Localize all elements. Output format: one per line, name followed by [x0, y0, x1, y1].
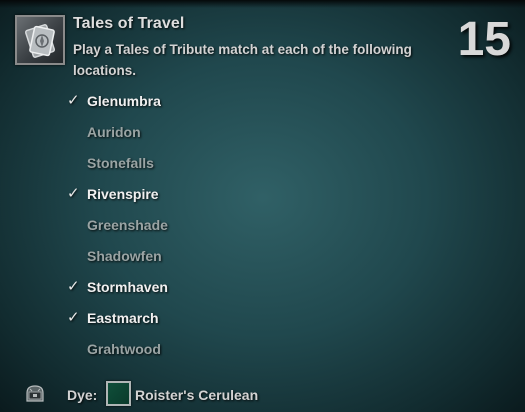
checkmark-icon: ✓ [67, 308, 80, 326]
location-item: Glenumbra [87, 93, 161, 109]
top-shadow [0, 0, 525, 8]
checkmark-icon: ✓ [67, 277, 80, 295]
checkmark-icon: ✓ [67, 184, 80, 202]
location-item: Eastmarch [87, 310, 159, 326]
dye-reward-icon [24, 384, 46, 404]
location-item: Shadowfen [87, 248, 162, 264]
achievement-points: 15 [457, 13, 511, 66]
tribute-card-icon [15, 15, 65, 65]
location-item: Rivenspire [87, 186, 159, 202]
reward-label: Dye: [67, 387, 98, 403]
location-item: Greenshade [87, 217, 168, 233]
checkmark-icon: ✓ [67, 91, 80, 109]
achievement-description: Play a Tales of Tribute match at each of… [73, 42, 412, 78]
dye-name: Roister's Cerulean [135, 387, 259, 403]
location-item: Stonefalls [87, 155, 154, 171]
location-item: Stormhaven [87, 279, 168, 295]
dye-swatch[interactable] [106, 381, 131, 406]
location-item: Auridon [87, 124, 141, 140]
achievement-title: Tales of Travel [73, 15, 185, 32]
location-item: Grahtwood [87, 341, 161, 357]
achievement-panel: Tales of Travel Play a Tales of Tribute … [0, 0, 525, 412]
